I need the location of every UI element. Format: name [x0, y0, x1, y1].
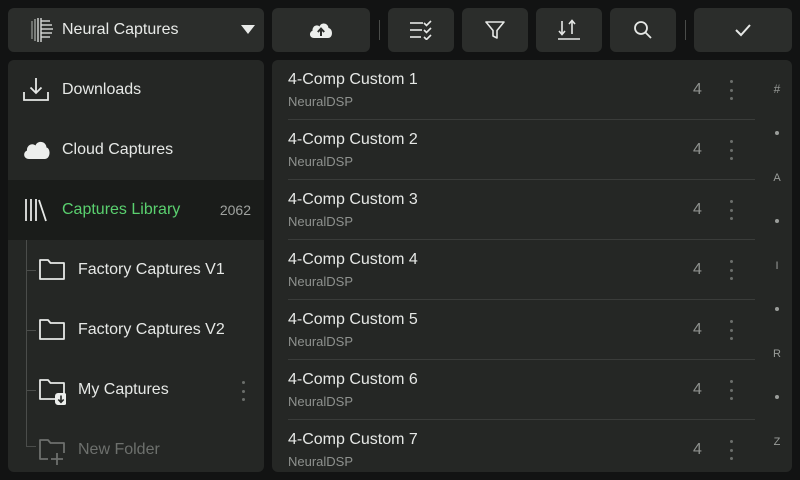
capture-options-button[interactable]: [726, 198, 736, 222]
alphabet-index[interactable]: # A I R Z: [766, 60, 788, 472]
capture-count: 4: [693, 141, 702, 158]
capture-count: 4: [693, 201, 702, 218]
capture-count: 4: [693, 441, 702, 458]
folder-label: New Folder: [78, 441, 160, 458]
folder-label: My Captures: [78, 381, 169, 398]
folder-factory-captures-v2[interactable]: Factory Captures V2: [8, 300, 264, 360]
capture-row[interactable]: 4-Comp Custom 7 NeuralDSP 4: [288, 420, 755, 472]
capture-options-button[interactable]: [726, 258, 736, 282]
capture-options-button[interactable]: [726, 78, 736, 102]
folder-download-icon: [39, 379, 66, 405]
source-dropdown[interactable]: Neural Captures: [8, 8, 264, 52]
capture-author: NeuralDSP: [288, 154, 354, 169]
index-dot: [775, 219, 779, 223]
capture-options-button[interactable]: [726, 318, 736, 342]
folder-icon: [39, 259, 65, 280]
index-dot: [775, 395, 779, 399]
cloud-upload-icon: [309, 23, 332, 38]
folder-add-icon: [39, 439, 65, 465]
sort-icon: [558, 19, 580, 40]
capture-row[interactable]: 4-Comp Custom 5 NeuralDSP 4: [288, 300, 755, 360]
capture-options-button[interactable]: [726, 438, 736, 462]
capture-row[interactable]: 4-Comp Custom 6 NeuralDSP 4: [288, 360, 755, 420]
new-folder-button[interactable]: New Folder: [8, 420, 264, 472]
capture-title: 4-Comp Custom 6: [288, 371, 418, 388]
index-letter[interactable]: I: [766, 260, 788, 272]
capture-options-button[interactable]: [726, 138, 736, 162]
filter-button[interactable]: [462, 8, 528, 52]
captures-list: 4-Comp Custom 1 NeuralDSP 4 4-Comp Custom 2…: [272, 60, 792, 472]
capture-title: 4-Comp Custom 4: [288, 251, 418, 268]
search-button[interactable]: [610, 8, 676, 52]
sidebar-item-label: Captures Library: [62, 201, 181, 218]
toolbar-divider: [379, 20, 380, 40]
capture-author: NeuralDSP: [288, 274, 354, 289]
index-letter[interactable]: R: [766, 348, 788, 360]
check-icon: [735, 24, 751, 37]
capture-row[interactable]: 4-Comp Custom 4 NeuralDSP 4: [288, 240, 755, 300]
folder-options-button[interactable]: [238, 379, 248, 403]
neural-captures-icon: [31, 18, 53, 42]
index-letter[interactable]: #: [766, 82, 788, 96]
sidebar-item-captures-library[interactable]: Captures Library 2062: [8, 180, 264, 240]
capture-title: 4-Comp Custom 7: [288, 431, 418, 448]
capture-title: 4-Comp Custom 3: [288, 191, 418, 208]
captures-count: 2062: [219, 202, 251, 218]
download-icon: [23, 78, 49, 101]
capture-author: NeuralDSP: [288, 94, 354, 109]
library-icon: [25, 199, 47, 222]
capture-count: 4: [693, 81, 702, 98]
index-letter[interactable]: Z: [766, 436, 788, 448]
index-dot: [775, 131, 779, 135]
index-dot: [775, 307, 779, 311]
filter-icon: [485, 21, 505, 39]
capture-count: 4: [693, 261, 702, 278]
capture-row[interactable]: 4-Comp Custom 1 NeuralDSP 4: [288, 60, 755, 120]
folder-label: Factory Captures V2: [78, 321, 225, 338]
sidebar: Downloads Cloud Captures Captures Librar…: [8, 60, 264, 472]
confirm-button[interactable]: [694, 8, 792, 52]
index-letter[interactable]: A: [766, 172, 788, 184]
sidebar-item-cloud-captures[interactable]: Cloud Captures: [8, 120, 264, 180]
capture-options-button[interactable]: [726, 378, 736, 402]
upload-button[interactable]: [272, 8, 370, 52]
capture-row[interactable]: 4-Comp Custom 2 NeuralDSP 4: [288, 120, 755, 180]
capture-author: NeuralDSP: [288, 334, 354, 349]
sidebar-item-downloads[interactable]: Downloads: [8, 60, 264, 120]
folder-icon: [39, 319, 65, 340]
capture-count: 4: [693, 381, 702, 398]
folder-my-captures[interactable]: My Captures: [8, 360, 264, 420]
search-icon: [634, 21, 652, 39]
sort-button[interactable]: [536, 8, 602, 52]
capture-author: NeuralDSP: [288, 394, 354, 409]
capture-count: 4: [693, 321, 702, 338]
capture-row[interactable]: 4-Comp Custom 3 NeuralDSP 4: [288, 180, 755, 240]
capture-title: 4-Comp Custom 1: [288, 71, 418, 88]
toolbar-divider: [685, 20, 686, 40]
source-label: Neural Captures: [62, 21, 179, 38]
capture-title: 4-Comp Custom 2: [288, 131, 418, 148]
cloud-icon: [24, 141, 50, 159]
capture-title: 4-Comp Custom 5: [288, 311, 418, 328]
select-list-button[interactable]: [388, 8, 454, 52]
chevron-down-icon: [241, 25, 255, 34]
capture-author: NeuralDSP: [288, 214, 354, 229]
folder-factory-captures-v1[interactable]: Factory Captures V1: [8, 240, 264, 300]
sidebar-item-label: Downloads: [62, 81, 142, 98]
folder-label: Factory Captures V1: [78, 261, 225, 278]
sidebar-item-label: Cloud Captures: [62, 141, 174, 158]
list-check-icon: [410, 20, 432, 40]
capture-author: NeuralDSP: [288, 454, 354, 469]
